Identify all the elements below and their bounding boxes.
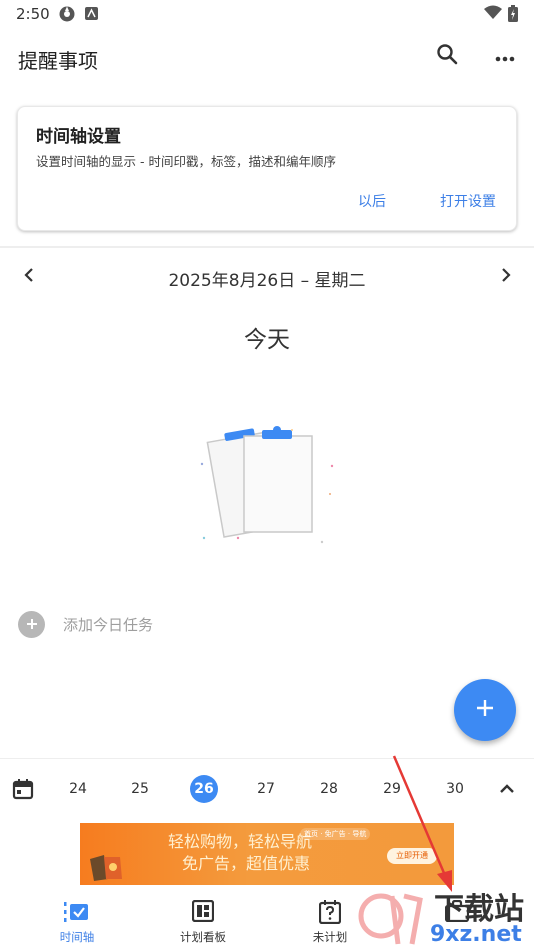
more-button[interactable] (489, 40, 521, 72)
day-28[interactable]: 28 (315, 775, 343, 803)
week-strip: 24 25 26 27 28 29 30 (0, 758, 534, 820)
tab-timeline[interactable]: 时间轴 (27, 888, 127, 950)
tab-label: 计划看板 (180, 930, 226, 944)
ad-line-2: 免广告，超值优惠 (182, 854, 311, 873)
card-description: 设置时间轴的显示 - 时间印戳，标签，描述和编年顺序 (36, 154, 336, 169)
next-day-button[interactable] (492, 263, 520, 291)
status-time: 2:50 (16, 5, 50, 23)
day-30[interactable]: 30 (441, 775, 469, 803)
day-27[interactable]: 27 (252, 775, 280, 803)
ad-banner[interactable]: 轻松购物，轻松导航 免广告，超值优惠 首页 · 免广告 · 导航 立即开通 (80, 823, 454, 885)
ad-open-button[interactable]: 立即开通 (387, 848, 437, 864)
ad-line-1: 轻松购物，轻松导航 (168, 832, 313, 851)
ad-text: 轻松购物，轻松导航 免广告，超值优惠 (168, 831, 312, 875)
add-circle-icon (18, 610, 45, 638)
app-status-icon (58, 5, 76, 27)
search-icon (436, 43, 458, 69)
page-title: 提醒事项 (18, 49, 98, 73)
battery-icon (508, 5, 518, 26)
tab-label: 未计划 (312, 930, 348, 944)
day-24[interactable]: 24 (64, 775, 92, 803)
empty-clipboard-illustration (196, 418, 340, 548)
notification-icon (85, 5, 98, 24)
current-date: 2025年8月26日 – 星期二 (168, 271, 366, 291)
unplanned-icon (318, 900, 342, 928)
open-settings-button[interactable]: 打开设置 (436, 189, 500, 213)
ad-tags: 首页 · 免广告 · 导航 (300, 828, 371, 840)
add-today-task[interactable]: 添加今日任务 (18, 610, 153, 638)
chevron-up-icon[interactable] (498, 779, 516, 798)
chevron-right-icon (500, 267, 512, 287)
status-bar: 2:50 (0, 0, 534, 28)
timeline-icon (64, 900, 90, 928)
calendar-icon[interactable] (12, 778, 34, 804)
add-fab-button[interactable] (454, 679, 516, 741)
shopping-bag-icon (86, 849, 126, 881)
later-button[interactable]: 以后 (354, 189, 390, 213)
card-title: 时间轴设置 (36, 127, 121, 147)
add-task-label: 添加今日任务 (63, 615, 154, 634)
day-25[interactable]: 25 (126, 775, 154, 803)
plus-icon (476, 699, 494, 721)
tab-unplanned[interactable]: 未计划 (280, 888, 380, 950)
divider (0, 246, 534, 248)
today-heading: 今天 (244, 327, 290, 353)
tab-label: 时间轴 (59, 930, 95, 944)
watermark-domain: 9xz.net (430, 922, 522, 947)
search-button[interactable] (431, 40, 463, 72)
board-icon (191, 899, 215, 926)
day-26-selected[interactable]: 26 (190, 775, 218, 803)
tab-plan-board[interactable]: 计划看板 (153, 888, 253, 950)
timeline-settings-card: 时间轴设置 设置时间轴的显示 - 时间印戳，标签，描述和编年顺序 以后 打开设置 (17, 106, 517, 231)
more-icon (495, 47, 515, 66)
day-29[interactable]: 29 (378, 775, 406, 803)
wifi-icon (484, 5, 502, 24)
